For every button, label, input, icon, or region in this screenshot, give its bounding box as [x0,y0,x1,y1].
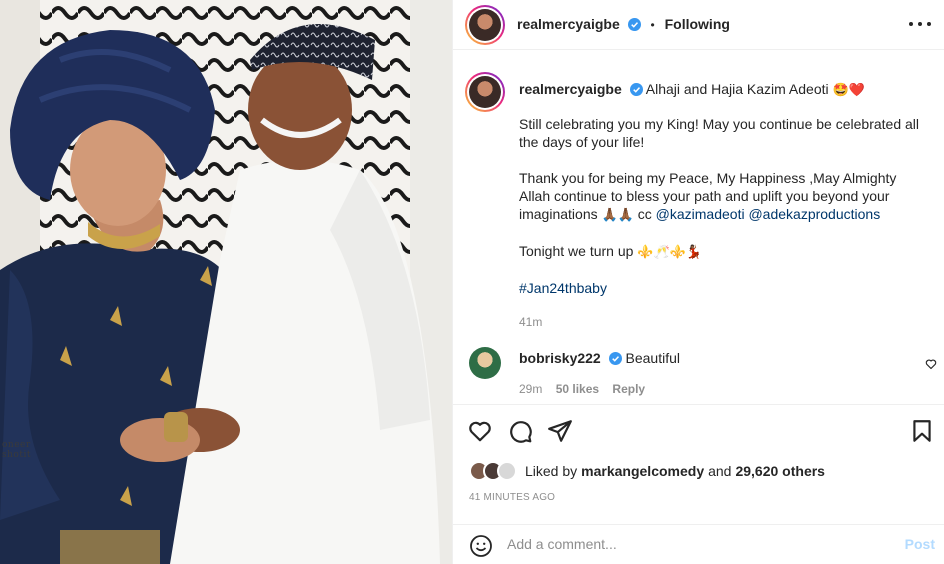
verified-badge-icon [608,352,622,365]
comment-reply-button[interactable]: Reply [612,382,645,396]
comment-icon[interactable] [507,418,533,444]
verified-badge-icon [627,18,641,31]
watermark-line-2: shotit [2,450,31,460]
caption-author-username[interactable]: realmercyaigbe [519,81,622,97]
more-options-icon[interactable] [909,14,931,34]
caption-paragraph-3: Tonight we turn up ⚜️🥂⚜️💃🏾 [519,242,929,261]
caption-paragraph-2: Thank you for being my Peace, My Happine… [519,169,929,224]
caption-cc: cc [637,206,652,222]
comment-likes[interactable]: 50 likes [556,382,599,396]
like-heart-icon[interactable] [467,418,493,444]
share-send-icon[interactable] [547,418,573,444]
caption-title-emoji: 🤩❤️ [832,82,865,97]
likes-summary: Liked by markangelcomedy and 29,620 othe… [469,460,825,482]
comment-time[interactable]: 29m [519,382,542,396]
mention-kazimadeoti[interactable]: @kazimadeoti [656,206,745,222]
post-header: realmercyaigbe • Following [453,0,944,50]
author-avatar[interactable] [465,5,505,45]
add-comment-input[interactable]: Add a comment... [507,536,617,552]
caption-paragraph-2-emoji: 🙏🏾🙏🏾 [601,207,634,222]
caption-hashtag-line: #Jan24thbaby [519,279,929,297]
verified-badge-icon [629,83,643,96]
couple-photo-illustration [0,0,452,564]
commenter-avatar[interactable] [469,347,501,379]
emoji-picker-icon[interactable] [469,534,493,558]
header-author-line: realmercyaigbe • Following [517,16,730,32]
caption-paragraph-3-text: Tonight we turn up [519,243,634,259]
caption-time[interactable]: 41m [519,313,929,331]
save-bookmark-icon[interactable] [909,418,935,444]
comment-meta: 29m 50 likes Reply [519,382,899,396]
liker-avatars [469,460,523,482]
separator-dot: • [650,18,655,32]
liked-by-user[interactable]: markangelcomedy [581,463,704,479]
watermark-line-1: oneer [2,440,31,450]
mention-adekazproductions[interactable]: @adekazproductions [748,206,880,222]
commenter-username[interactable]: bobrisky222 [519,350,601,366]
liker-avatar[interactable] [497,461,517,481]
following-button[interactable]: Following [665,16,730,32]
add-comment-bar: Add a comment... Post [453,524,944,564]
caption-title: Alhaji and Hajia Kazim Adeoti [645,81,829,97]
comment-item: bobrisky222 Beautiful 29m 50 likes Reply [519,350,899,396]
post-caption: realmercyaigbe Alhaji and Hajia Kazim Ad… [519,80,929,331]
post-details-panel: realmercyaigbe • Following realmercyaigb… [452,0,944,564]
post-photo[interactable]: oneer shotit [0,0,452,564]
caption-paragraph-3-emoji: ⚜️🥂⚜️💃🏾 [637,244,703,259]
liked-by-others[interactable]: 29,620 others [735,463,825,479]
post-timestamp[interactable]: 41 MINUTES AGO [469,492,555,503]
comment-like-heart-icon[interactable] [925,358,937,370]
caption-paragraph-1: Still celebrating you my King! May you c… [519,116,919,150]
instagram-post-view: oneer shotit realmercyaigbe • Following [0,0,944,564]
liked-by-and: and [708,463,732,479]
liked-by-prefix: Liked by [525,463,578,479]
author-username[interactable]: realmercyaigbe [517,16,620,32]
post-comment-button[interactable]: Post [905,536,935,552]
comment-text: Beautiful [625,350,680,366]
post-actions-bar [453,404,944,454]
hashtag-jan24thbaby[interactable]: #Jan24thbaby [519,280,607,296]
photo-watermark: oneer shotit [2,440,31,460]
caption-author-avatar[interactable] [465,72,505,112]
